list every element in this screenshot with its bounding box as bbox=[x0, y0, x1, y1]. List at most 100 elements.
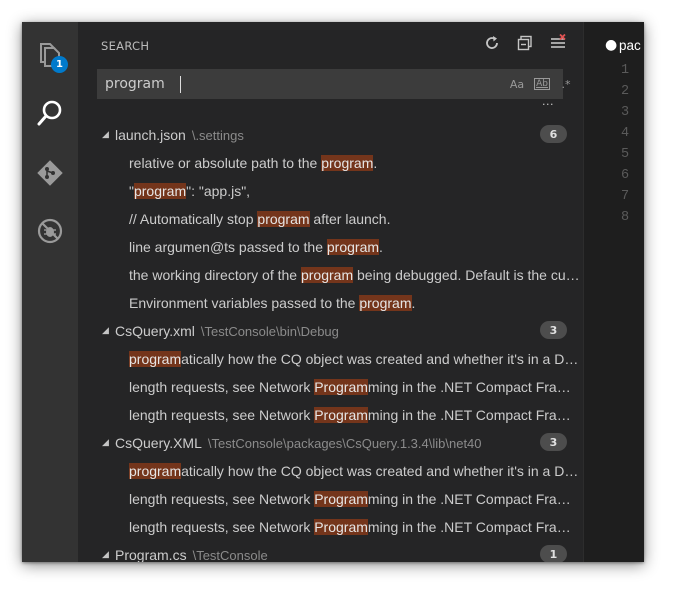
match-prefix: length requests, see Network bbox=[129, 379, 315, 395]
match-text: Environment variables passed to the prog… bbox=[129, 295, 581, 311]
search-results: ◢ launch.json \.settings 6 relative or absol… bbox=[78, 121, 583, 562]
clear-results-button[interactable] bbox=[547, 33, 569, 56]
file-path-label: \TestConsole\bin\Debug bbox=[200, 324, 339, 339]
match-text: programatically how the CQ object was cr… bbox=[129, 463, 581, 479]
expand-arrow-icon[interactable]: ◢ bbox=[102, 438, 109, 448]
match-suffix: atically how the CQ object was created a… bbox=[181, 463, 581, 479]
result-match-row[interactable]: length requests, see Network Programming… bbox=[78, 513, 583, 541]
line-number: 5 bbox=[621, 147, 630, 162]
match-highlight: program bbox=[129, 351, 182, 367]
result-match-row[interactable]: length requests, see Network Programming… bbox=[78, 401, 583, 429]
file-name-label: CsQuery.xml bbox=[115, 323, 195, 339]
search-panel: SEARCH program Aa Ab .* ... ◢ launch.jso… bbox=[78, 22, 583, 562]
vscode-window: 1 SEARCH program Aa Ab .* ... ◢ launch.j… bbox=[22, 22, 644, 562]
match-text: programatically how the CQ object was cr… bbox=[129, 351, 581, 367]
search-activity-button[interactable] bbox=[22, 90, 78, 136]
expand-arrow-icon[interactable]: ◢ bbox=[102, 550, 109, 560]
result-match-row[interactable]: programatically how the CQ object was cr… bbox=[78, 457, 583, 485]
result-file-row[interactable]: ◢ CsQuery.xml \TestConsole\bin\Debug 3 bbox=[78, 317, 583, 345]
match-suffix: ming in the .NET Compact Framework. bbox=[367, 519, 581, 535]
result-file-row[interactable]: ◢ CsQuery.XML \TestConsole\packages\CsQuer… bbox=[78, 429, 583, 457]
debug-activity-button[interactable] bbox=[22, 208, 78, 254]
match-highlight: program bbox=[129, 463, 182, 479]
line-number: 3 bbox=[621, 105, 630, 120]
match-count-badge: 3 bbox=[540, 321, 567, 339]
result-match-row[interactable]: // Automatically stop program after laun… bbox=[78, 205, 583, 233]
match-suffix: after launch. bbox=[309, 211, 391, 227]
whole-word-toggle[interactable]: Ab bbox=[532, 76, 552, 92]
match-highlight: program bbox=[321, 155, 374, 171]
result-match-row[interactable]: length requests, see Network Programming… bbox=[78, 373, 583, 401]
toggle-search-details[interactable]: ... bbox=[542, 95, 554, 108]
match-count-badge: 3 bbox=[540, 433, 567, 451]
git-icon bbox=[36, 159, 64, 187]
file-path-label: \.settings bbox=[191, 128, 244, 143]
match-text: length requests, see Network Programming… bbox=[129, 407, 581, 423]
refresh-icon bbox=[484, 35, 500, 55]
match-count-badge: 6 bbox=[540, 125, 567, 143]
editor-tab[interactable]: ● pac bbox=[584, 22, 644, 68]
match-suffix: atically how the CQ object was created a… bbox=[181, 351, 581, 367]
collapse-all-button[interactable] bbox=[514, 34, 536, 56]
line-number: 6 bbox=[621, 168, 630, 183]
panel-title: SEARCH bbox=[101, 39, 150, 53]
result-file-row[interactable]: ◢ launch.json \.settings 6 bbox=[78, 121, 583, 149]
result-match-row[interactable]: "program": "app.js", bbox=[78, 177, 583, 205]
match-highlight: program bbox=[359, 295, 412, 311]
expand-arrow-icon[interactable]: ◢ bbox=[102, 130, 109, 140]
file-name-label: CsQuery.XML bbox=[115, 435, 202, 451]
refresh-button[interactable] bbox=[481, 34, 503, 56]
editor-area: ● pac 1 2 3 4 5 6 7 8 bbox=[583, 22, 644, 562]
match-text: length requests, see Network Programming… bbox=[129, 379, 581, 395]
result-match-row[interactable]: length requests, see Network Programming… bbox=[78, 485, 583, 513]
expand-arrow-icon[interactable]: ◢ bbox=[102, 326, 109, 336]
match-suffix: ming in the .NET Compact Framework. bbox=[367, 491, 581, 507]
match-highlight: Program bbox=[314, 491, 368, 507]
collapse-all-icon bbox=[517, 35, 533, 55]
match-highlight: program bbox=[133, 183, 187, 199]
search-input[interactable] bbox=[98, 70, 478, 98]
explorer-activity-button[interactable]: 1 bbox=[22, 32, 78, 78]
match-highlight: Program bbox=[314, 407, 368, 423]
match-suffix: . bbox=[379, 239, 383, 255]
match-suffix: being debugged. Default is the current w… bbox=[357, 267, 581, 283]
match-case-toggle[interactable]: Aa bbox=[507, 76, 527, 92]
result-file-name: CsQuery.XML \TestConsole\packages\CsQuery… bbox=[115, 435, 482, 451]
match-text: line argumen@ts passed to the program. bbox=[129, 239, 581, 255]
match-prefix: length requests, see Network bbox=[129, 519, 315, 535]
match-prefix: relative or absolute path to the bbox=[129, 155, 322, 171]
explorer-badge: 1 bbox=[51, 56, 68, 73]
result-match-row[interactable]: relative or absolute path to the program… bbox=[78, 149, 583, 177]
text-caret bbox=[180, 76, 181, 93]
match-prefix: line argumen@ts passed to the bbox=[129, 239, 327, 255]
line-number: 1 bbox=[621, 63, 630, 78]
result-match-row[interactable]: Environment variables passed to the prog… bbox=[78, 289, 583, 317]
file-name-label: launch.json bbox=[115, 127, 186, 143]
search-icon bbox=[35, 98, 65, 128]
source-control-activity-button[interactable] bbox=[22, 150, 78, 196]
match-text: // Automatically stop program after laun… bbox=[129, 211, 581, 227]
file-path-label: \TestConsole\packages\CsQuery.1.3.4\lib\… bbox=[207, 436, 482, 451]
match-prefix: length requests, see Network bbox=[129, 407, 315, 423]
match-text: length requests, see Network Programming… bbox=[129, 519, 581, 535]
result-match-row[interactable]: the working directory of the program bei… bbox=[78, 261, 583, 289]
result-file-name: Program.cs \TestConsole bbox=[115, 547, 268, 562]
regex-toggle[interactable]: .* bbox=[558, 76, 574, 92]
match-highlight: Program bbox=[314, 519, 368, 535]
match-text: relative or absolute path to the program… bbox=[129, 155, 581, 171]
result-match-row[interactable]: programatically how the CQ object was cr… bbox=[78, 345, 583, 373]
match-highlight: program bbox=[300, 267, 354, 283]
match-prefix: Environment variables passed to the bbox=[129, 295, 360, 311]
match-text: "program": "app.js", bbox=[129, 183, 581, 199]
file-path-label: \TestConsole bbox=[192, 548, 268, 562]
result-file-row[interactable]: ◢ Program.cs \TestConsole 1 bbox=[78, 541, 583, 562]
line-number: 8 bbox=[621, 210, 630, 225]
whole-word-label: Ab bbox=[534, 78, 550, 90]
match-prefix: // Automatically stop bbox=[129, 211, 258, 227]
match-suffix: ming in the .NET Compact Framework. bbox=[367, 379, 581, 395]
result-match-row[interactable]: line argumen@ts passed to the program. bbox=[78, 233, 583, 261]
match-count-badge: 1 bbox=[540, 545, 567, 562]
match-suffix: ming in the .NET Compact Framework. bbox=[367, 407, 581, 423]
match-highlight: program bbox=[326, 239, 380, 255]
match-suffix: ": "app.js", bbox=[186, 183, 251, 199]
